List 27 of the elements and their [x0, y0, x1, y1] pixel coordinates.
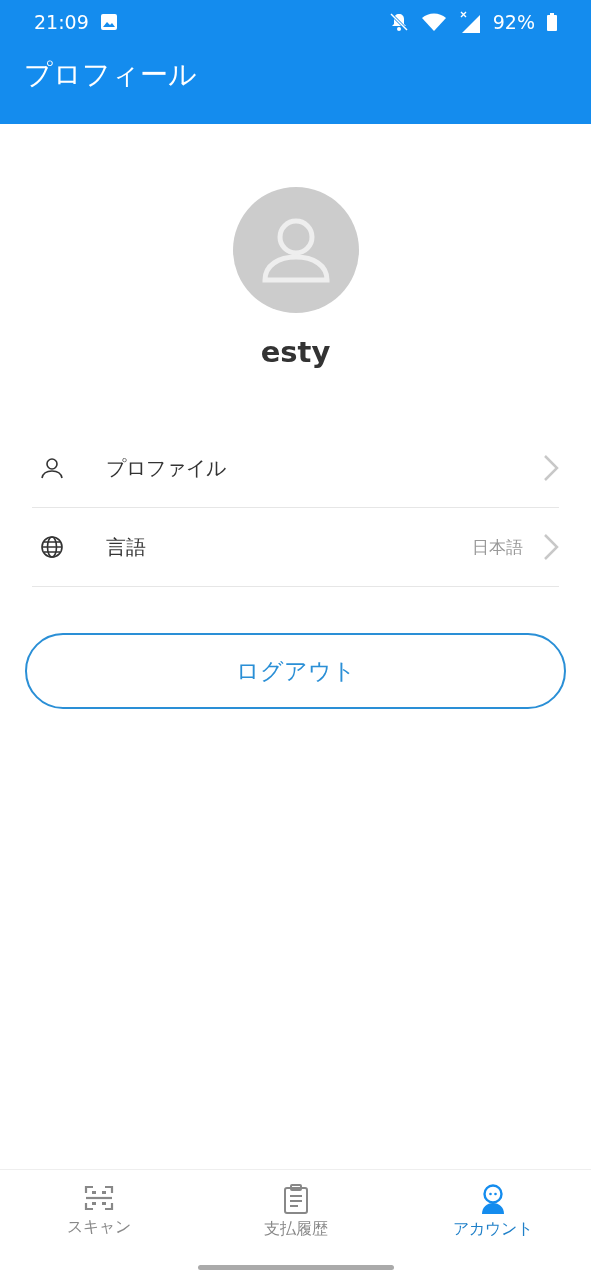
menu-row[interactable]: 言語 日本語: [32, 508, 559, 587]
user-name: esty: [260, 335, 331, 369]
battery-percent: 92%: [492, 11, 535, 33]
chevron-right-icon: [543, 533, 559, 561]
nav-tab[interactable]: スキャン: [0, 1184, 197, 1240]
clipboard-icon: [282, 1184, 309, 1214]
battery-icon: [547, 13, 557, 31]
status-time: 21:09: [34, 11, 89, 33]
menu-label: 言語: [106, 533, 146, 561]
signal-icon: [458, 11, 481, 33]
globe-icon: [40, 535, 64, 559]
person-icon: [260, 217, 331, 283]
scan-icon: [83, 1184, 114, 1212]
home-indicator[interactable]: [197, 1265, 394, 1270]
image-icon: [100, 14, 117, 30]
wifi-icon: [420, 12, 447, 32]
chevron-right-icon: [543, 454, 559, 482]
bell-off-icon: [388, 12, 409, 32]
menu-row[interactable]: プロファイル: [32, 429, 559, 508]
menu-label: プロファイル: [106, 454, 226, 482]
page-title: プロフィール: [23, 57, 198, 93]
logout-button[interactable]: ログアウト: [25, 633, 566, 709]
nav-tab[interactable]: アカウント: [394, 1184, 591, 1240]
person-icon: [40, 456, 64, 480]
nav-tab[interactable]: 支払履歴: [197, 1184, 394, 1240]
account-icon: [479, 1184, 506, 1214]
menu-value: 日本語: [472, 535, 523, 559]
